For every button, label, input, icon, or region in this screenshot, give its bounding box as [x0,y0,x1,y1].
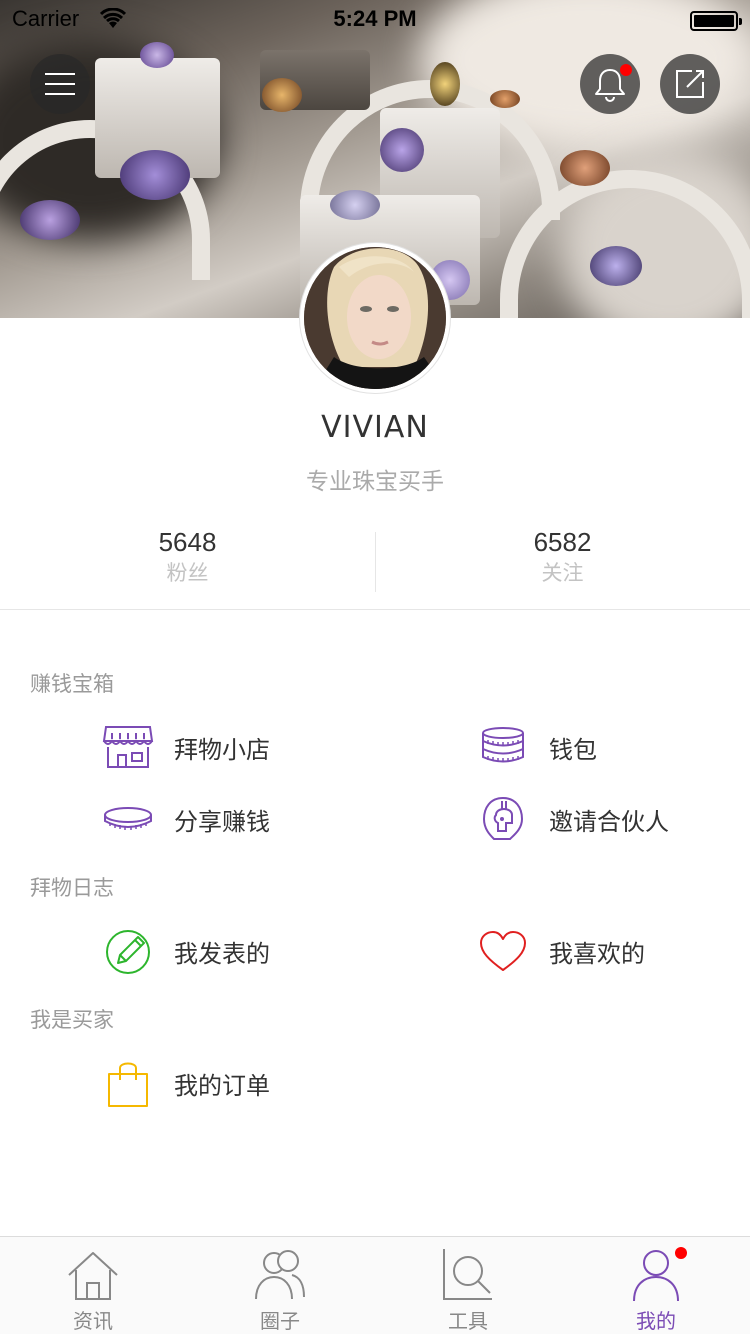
people-icon [255,1250,305,1300]
following-label: 关注 [541,561,584,585]
followers-count: 5648 [158,527,217,557]
notification-badge [620,64,632,76]
coin-stack-icon [477,721,529,773]
tab-tools-label: 工具 [448,1309,488,1333]
avatar-photo [304,247,446,389]
menu-item-shop-label: 拜物小店 [174,735,270,764]
menu-item-wallet-label: 钱包 [549,735,597,764]
following-stat[interactable]: 6582 关注 [375,526,750,588]
status-bar: Carrier 5:24 PM [0,0,750,40]
menu-item-share-earn[interactable]: 分享赚钱 [102,791,270,847]
avatar[interactable] [300,243,450,393]
profile-name: VIVIAN [321,410,429,445]
menu-item-my-likes[interactable]: 我喜欢的 [477,923,645,979]
tab-me[interactable]: 我的 [596,1247,716,1333]
menu-item-share-earn-label: 分享赚钱 [174,807,270,836]
hamburger-menu-icon [45,73,75,95]
tab-news[interactable]: 资讯 [33,1247,153,1333]
tab-news-label: 资讯 [73,1309,113,1333]
tab-bar: 资讯 圈子 工具 我的 [0,1236,750,1334]
partner-helmet-icon [477,793,529,845]
menu-item-shop[interactable]: 拜物小店 [102,719,270,775]
followers-label: 粉丝 [166,561,209,585]
home-icon [68,1252,118,1300]
tab-me-badge [675,1247,687,1259]
menu-item-my-orders-label: 我的订单 [174,1071,270,1100]
section-title-buyer: 我是买家 [30,1008,114,1032]
coin-icon [102,793,154,845]
tab-circle[interactable]: 圈子 [220,1247,340,1333]
section-title-money-box: 赚钱宝箱 [30,672,114,696]
menu-item-my-posts[interactable]: 我发表的 [102,923,270,979]
search-tool-icon [443,1249,492,1300]
profile-bio: 专业珠宝买手 [306,469,444,495]
menu-item-wallet[interactable]: 钱包 [477,719,597,775]
menu-item-my-likes-label: 我喜欢的 [549,939,645,968]
tab-me-label: 我的 [636,1309,676,1333]
pencil-circle-icon [102,925,154,977]
battery-icon [690,11,742,31]
profile-stats: 5648 粉丝 6582 关注 [0,520,750,610]
menu-item-my-orders[interactable]: 我的订单 [102,1055,270,1111]
compose-edit-icon [676,70,704,98]
followers-stat[interactable]: 5648 粉丝 [0,526,375,588]
shop-icon [102,721,154,773]
tab-tools[interactable]: 工具 [408,1247,528,1333]
heart-icon [477,925,529,977]
menu-item-invite-partner-label: 邀请合伙人 [549,807,669,836]
menu-item-my-posts-label: 我发表的 [174,939,270,968]
menu-button[interactable] [30,54,90,114]
following-count: 6582 [533,527,592,557]
menu-item-invite-partner[interactable]: 邀请合伙人 [477,791,669,847]
notifications-button[interactable] [580,54,640,114]
tab-circle-label: 圈子 [260,1309,300,1333]
clock: 5:24 PM [333,6,417,31]
shopping-bag-icon [102,1057,154,1109]
section-title-diary: 拜物日志 [30,876,114,900]
compose-button[interactable] [660,54,720,114]
